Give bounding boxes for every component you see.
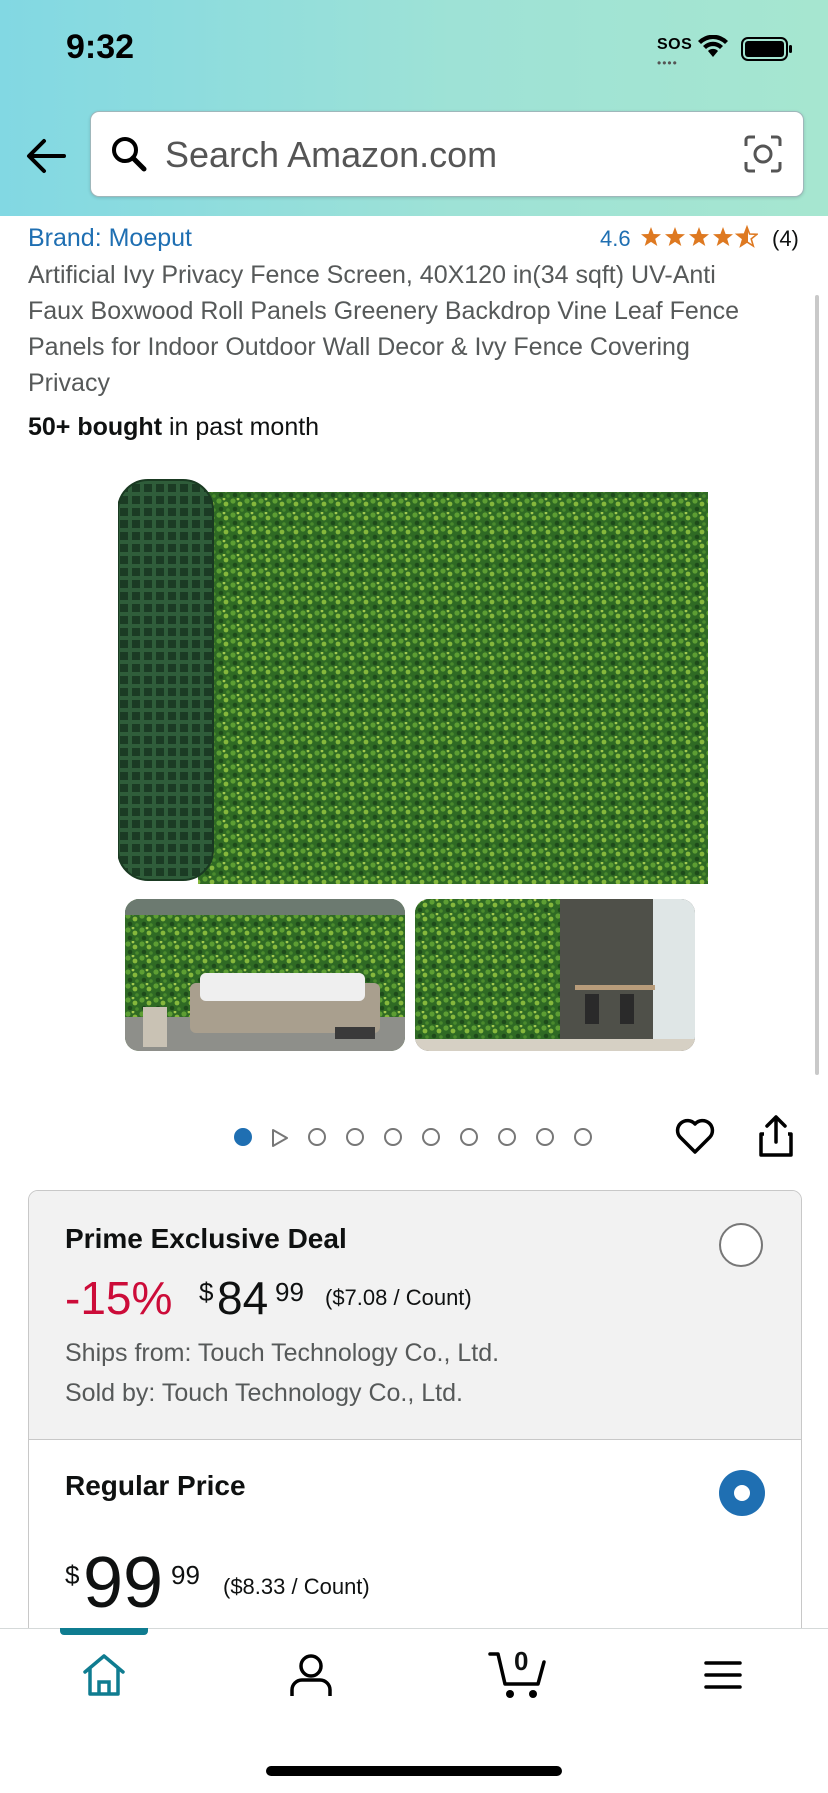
bought-count-text: in past month: [162, 413, 320, 441]
regular-currency: $: [65, 1560, 80, 1590]
bought-count: 50+ bought in past month: [28, 413, 319, 442]
carousel-dot[interactable]: [234, 1128, 252, 1146]
status-time: 9:32: [66, 28, 135, 66]
sold-by: Sold by: Touch Technology Co., Ltd.: [65, 1379, 463, 1407]
buying-options: Prime Exclusive Deal -15% $ 84 99 ($7.08…: [28, 1190, 802, 1652]
product-title: Artificial Ivy Privacy Fence Screen, 40X…: [28, 261, 740, 397]
camera-lens-icon[interactable]: [743, 134, 783, 174]
carousel-dot[interactable]: [422, 1128, 440, 1146]
regular-title: Regular Price: [65, 1470, 246, 1501]
back-arrow-icon[interactable]: [24, 136, 68, 176]
star-rating-icon[interactable]: [640, 224, 758, 250]
deal-discount: -15%: [65, 1272, 173, 1324]
deal-unit-price: ($7.08 / Count): [325, 1285, 472, 1310]
rating-value[interactable]: 4.6: [600, 226, 631, 252]
carousel-dot[interactable]: [536, 1128, 554, 1146]
deal-price-whole: 84: [217, 1272, 269, 1324]
carousel-dot[interactable]: [308, 1128, 326, 1146]
prime-deal-option[interactable]: Prime Exclusive Deal -15% $ 84 99 ($7.08…: [29, 1191, 801, 1440]
home-indicator: [266, 1766, 562, 1776]
sos-indicator: SOS: [657, 36, 693, 53]
header: 9:32 SOS •••• Search Amazon.com: [0, 0, 828, 216]
product-main-image[interactable]: [118, 470, 711, 890]
menu-icon[interactable]: [704, 1660, 742, 1690]
account-icon[interactable]: [288, 1652, 334, 1698]
carousel-dot[interactable]: [384, 1128, 402, 1146]
deal-title: Prime Exclusive Deal: [65, 1223, 347, 1254]
product-thumbnail-dining[interactable]: [415, 899, 695, 1051]
heart-icon[interactable]: [674, 1116, 716, 1156]
carousel-dot[interactable]: [498, 1128, 516, 1146]
active-tab-indicator: [60, 1628, 148, 1635]
deal-price-fraction: 99: [275, 1277, 304, 1307]
wifi-icon: [698, 35, 728, 57]
carousel-dot[interactable]: [460, 1128, 478, 1146]
bought-count-bold: 50+ bought: [28, 413, 163, 441]
video-play-icon[interactable]: [270, 1128, 290, 1148]
share-icon[interactable]: [756, 1114, 796, 1158]
battery-icon: [741, 37, 792, 61]
ships-from: Ships from: Touch Technology Co., Ltd.: [65, 1339, 500, 1367]
home-icon[interactable]: [80, 1652, 128, 1698]
search-input[interactable]: Search Amazon.com: [165, 134, 497, 176]
product-thumbnail-patio[interactable]: [125, 899, 405, 1051]
regular-price-option[interactable]: Regular Price $ 99 99 ($8.33 / Count): [29, 1440, 801, 1651]
carousel-dot[interactable]: [346, 1128, 364, 1146]
deal-radio[interactable]: [719, 1223, 763, 1267]
cart-count: 0: [514, 1646, 529, 1676]
regular-radio[interactable]: [719, 1470, 765, 1516]
search-bar[interactable]: Search Amazon.com: [90, 111, 804, 197]
deal-currency: $: [199, 1277, 214, 1307]
carousel-dot[interactable]: [574, 1128, 592, 1146]
brand-link[interactable]: Brand: Moeput: [28, 224, 192, 253]
review-count[interactable]: (4): [772, 226, 799, 252]
search-icon: [112, 137, 147, 172]
scrollbar[interactable]: [815, 295, 819, 1075]
regular-unit-price: ($8.33 / Count): [223, 1574, 370, 1599]
regular-price-whole: 99: [83, 1543, 164, 1623]
regular-price-fraction: 99: [171, 1560, 200, 1590]
signal-dots-icon: ••••: [657, 56, 678, 70]
